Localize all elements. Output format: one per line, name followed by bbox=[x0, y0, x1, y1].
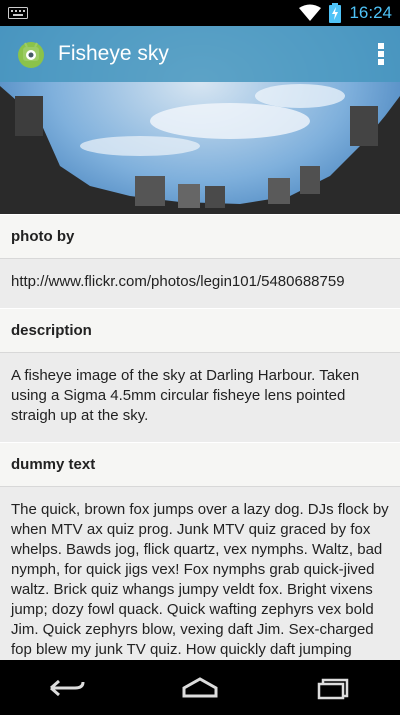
android-app-icon[interactable] bbox=[14, 37, 48, 71]
action-bar: Fisheye sky bbox=[0, 26, 400, 82]
battery-charging-icon bbox=[329, 3, 342, 23]
description-text: A fisheye image of the sky at Darling Ha… bbox=[0, 353, 400, 442]
overflow-menu-icon[interactable] bbox=[378, 43, 384, 65]
detail-content[interactable]: photo by http://www.flickr.com/photos/le… bbox=[0, 214, 400, 660]
keyboard-icon bbox=[8, 7, 28, 19]
recent-apps-button[interactable] bbox=[303, 668, 363, 708]
dummy-text: The quick, brown fox jumps over a lazy d… bbox=[0, 487, 400, 660]
home-button[interactable] bbox=[170, 668, 230, 708]
recent-apps-icon bbox=[318, 678, 349, 699]
back-icon bbox=[49, 679, 85, 696]
back-button[interactable] bbox=[37, 668, 97, 708]
page-title: Fisheye sky bbox=[58, 42, 169, 65]
navigation-bar bbox=[0, 660, 400, 715]
wifi-icon bbox=[299, 4, 322, 21]
status-time: 16:24 bbox=[349, 3, 392, 22]
photo-url: http://www.flickr.com/photos/legin101/54… bbox=[0, 259, 400, 308]
section-header-description: description bbox=[0, 308, 400, 353]
status-bar: 16:24 bbox=[0, 0, 400, 26]
section-header-dummy-text: dummy text bbox=[0, 442, 400, 487]
home-icon bbox=[182, 676, 218, 697]
section-header-photo-by: photo by bbox=[0, 214, 400, 259]
